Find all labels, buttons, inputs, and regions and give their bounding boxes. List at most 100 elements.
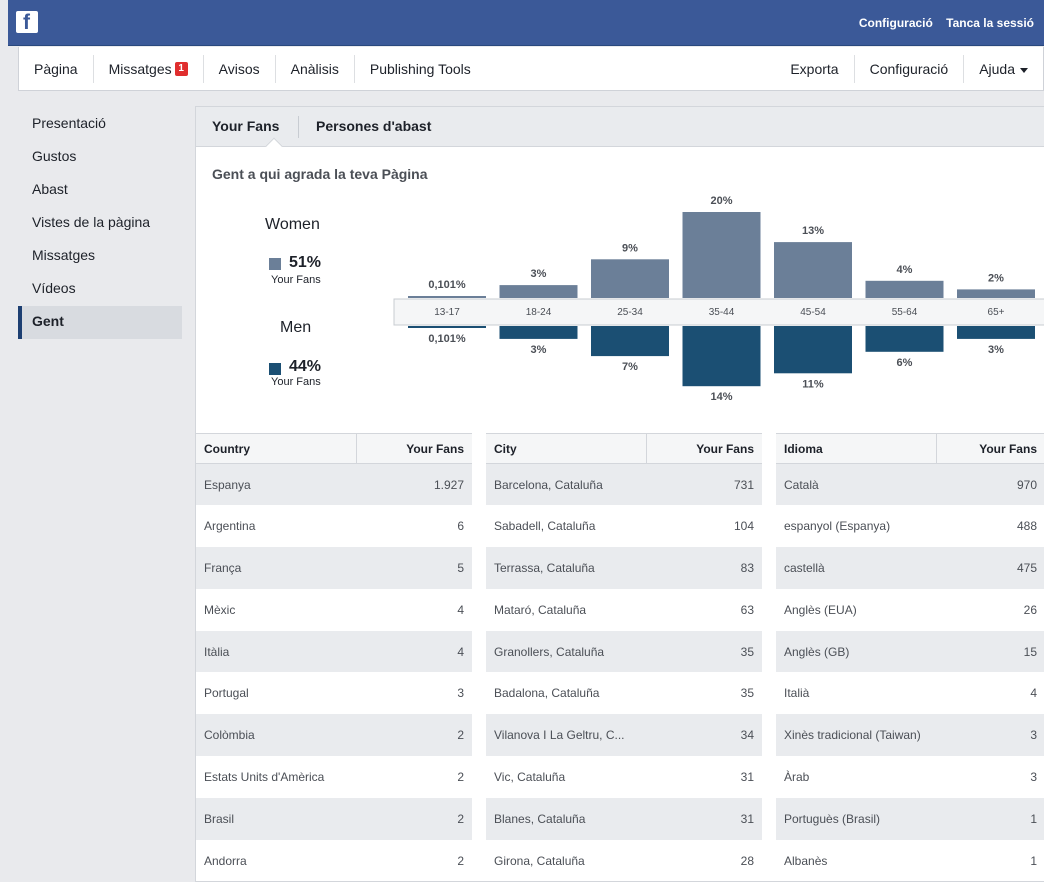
women-bar-label: 4% [897,264,913,276]
sidebar-item-page-views[interactable]: Vistes de la pàgina [18,207,182,240]
age-tick-label: 18-24 [526,307,552,318]
country-fans-cell: 4 [356,588,472,631]
sidebar-item-people[interactable]: Gent [18,306,182,339]
nav-page-label: Pàgina [34,61,78,77]
top-bar: f Configuració Tanca la sessió [8,0,1044,46]
women-bar-label: 2% [988,272,1004,284]
men-bar [865,326,944,352]
language-fans-header[interactable]: Your Fans [935,433,1044,464]
country-name-cell: Argentina [196,505,356,548]
page-nav-bar: Pàgina Missatges 1 Avisos Anàlisis Publis… [18,47,1044,91]
country-fans-cell: 1.927 [356,463,472,506]
sidebar-item-overview[interactable]: Presentació [18,108,182,141]
women-bar [591,259,669,298]
table-row: Vilanova I La Geltru, C... 34 [486,714,762,757]
table-row: Blanes, Cataluña 31 [486,797,762,840]
age-tick-label: 55-64 [892,307,918,318]
table-row: Portugal 3 [196,672,472,715]
sidebar-item-likes[interactable]: Gustos [18,141,182,174]
country-fans-cell: 2 [356,839,472,881]
country-name-cell: Colòmbia [196,714,356,757]
country-fans-cell: 2 [356,714,472,757]
nav-export[interactable]: Exporta [775,55,853,83]
nav-publishing-tools[interactable]: Publishing Tools [355,55,486,83]
language-fans-cell: 475 [936,547,1044,589]
table-row: Albanès 1 [776,839,1044,881]
sidebar-item-videos[interactable]: Vídeos [18,273,182,306]
country-name-cell: Brasil [196,797,356,840]
language-fans-cell: 15 [936,630,1044,673]
city-fans-cell: 104 [646,505,762,548]
city-header[interactable]: City [486,433,646,464]
messages-badge: 1 [174,62,188,76]
country-fans-cell: 5 [356,547,472,589]
language-fans-cell: 1 [936,797,1044,840]
nav-help-label: Ajuda [979,61,1015,77]
top-links: Configuració Tanca la sessió [849,16,1034,30]
table-row: Terrassa, Cataluña 83 [486,547,762,589]
men-bar-label: 14% [710,391,732,403]
language-name-cell: Anglès (GB) [776,630,936,673]
facebook-logo-icon[interactable]: f [16,11,38,34]
language-name-cell: castellà [776,547,936,589]
men-bar-label: 7% [622,361,638,373]
women-bar [865,280,944,298]
city-name-cell: Sabadell, Cataluña [486,505,646,548]
sidebar-item-messages[interactable]: Missatges [18,240,182,273]
nav-insights-label: Anàlisis [290,61,339,77]
facebook-logo-letter: f [23,11,30,34]
top-settings-link[interactable]: Configuració [859,16,933,30]
women-bar [499,285,578,298]
men-bar-label: 3% [531,344,547,356]
country-fans-cell: 2 [356,756,472,798]
women-bar [408,296,486,298]
main-panel: Your Fans Persones d'abast Gent a qui ag… [195,106,1044,882]
table-row: Barcelona, Cataluña 731 [486,463,762,506]
chevron-down-icon [1020,67,1028,73]
country-header[interactable]: Country [196,433,356,464]
nav-help[interactable]: Ajuda [963,55,1043,83]
city-name-cell: Vilanova I La Geltru, C... [486,714,646,757]
language-name-cell: Italià [776,672,936,715]
city-fans-header[interactable]: Your Fans [645,433,762,464]
women-bar [774,242,852,298]
country-name-cell: França [196,547,356,589]
men-bar-label: 3% [988,344,1004,356]
table-row: Italià 4 [776,672,1044,715]
nav-page[interactable]: Pàgina [19,55,94,83]
country-fans-header[interactable]: Your Fans [355,433,472,464]
men-bar [957,326,1035,339]
city-fans-cell: 63 [646,588,762,631]
sidebar-item-reach[interactable]: Abast [18,174,182,207]
table-row: Andorra 2 [196,839,472,881]
table-row: França 5 [196,547,472,589]
city-fans-cell: 35 [646,672,762,715]
table-row: espanyol (Espanya) 488 [776,505,1044,548]
language-name-cell: Català [776,463,936,506]
age-gender-chart: 0,101% 0,101% 13-17 3% 3% 18-24 9% 7% 25-34 20% 14… [393,195,1044,403]
women-bar [957,289,1035,298]
women-bar-label: 0,101% [428,279,466,291]
nav-messages[interactable]: Missatges 1 [94,55,204,83]
men-bar-label: 6% [897,357,913,369]
nav-insights[interactable]: Anàlisis [276,55,355,83]
language-fans-cell: 26 [936,588,1044,631]
nav-settings[interactable]: Configuració [853,55,964,83]
table-row: Argentina 6 [196,505,472,548]
women-bar-label: 9% [622,242,638,254]
country-table: Country Your Fans Espanya 1.927 Argentina 6… [196,433,472,881]
men-bar [774,326,852,374]
nav-messages-label: Missatges [108,61,172,77]
table-row: Vic, Cataluña 31 [486,756,762,798]
table-row: Granollers, Cataluña 35 [486,630,762,673]
nav-notifications-label: Avisos [218,61,260,77]
city-fans-cell: 83 [646,547,762,589]
table-row: Espanya 1.927 [196,463,472,506]
nav-notifications[interactable]: Avisos [204,55,276,83]
logout-link[interactable]: Tanca la sessió [946,16,1034,30]
women-bar-label: 20% [710,195,732,207]
table-row: Badalona, Cataluña 35 [486,672,762,715]
language-table: Idioma Your Fans Català 970 espanyol (Espa… [776,433,1044,881]
table-row: Itàlia 4 [196,630,472,673]
language-header[interactable]: Idioma [776,433,936,464]
